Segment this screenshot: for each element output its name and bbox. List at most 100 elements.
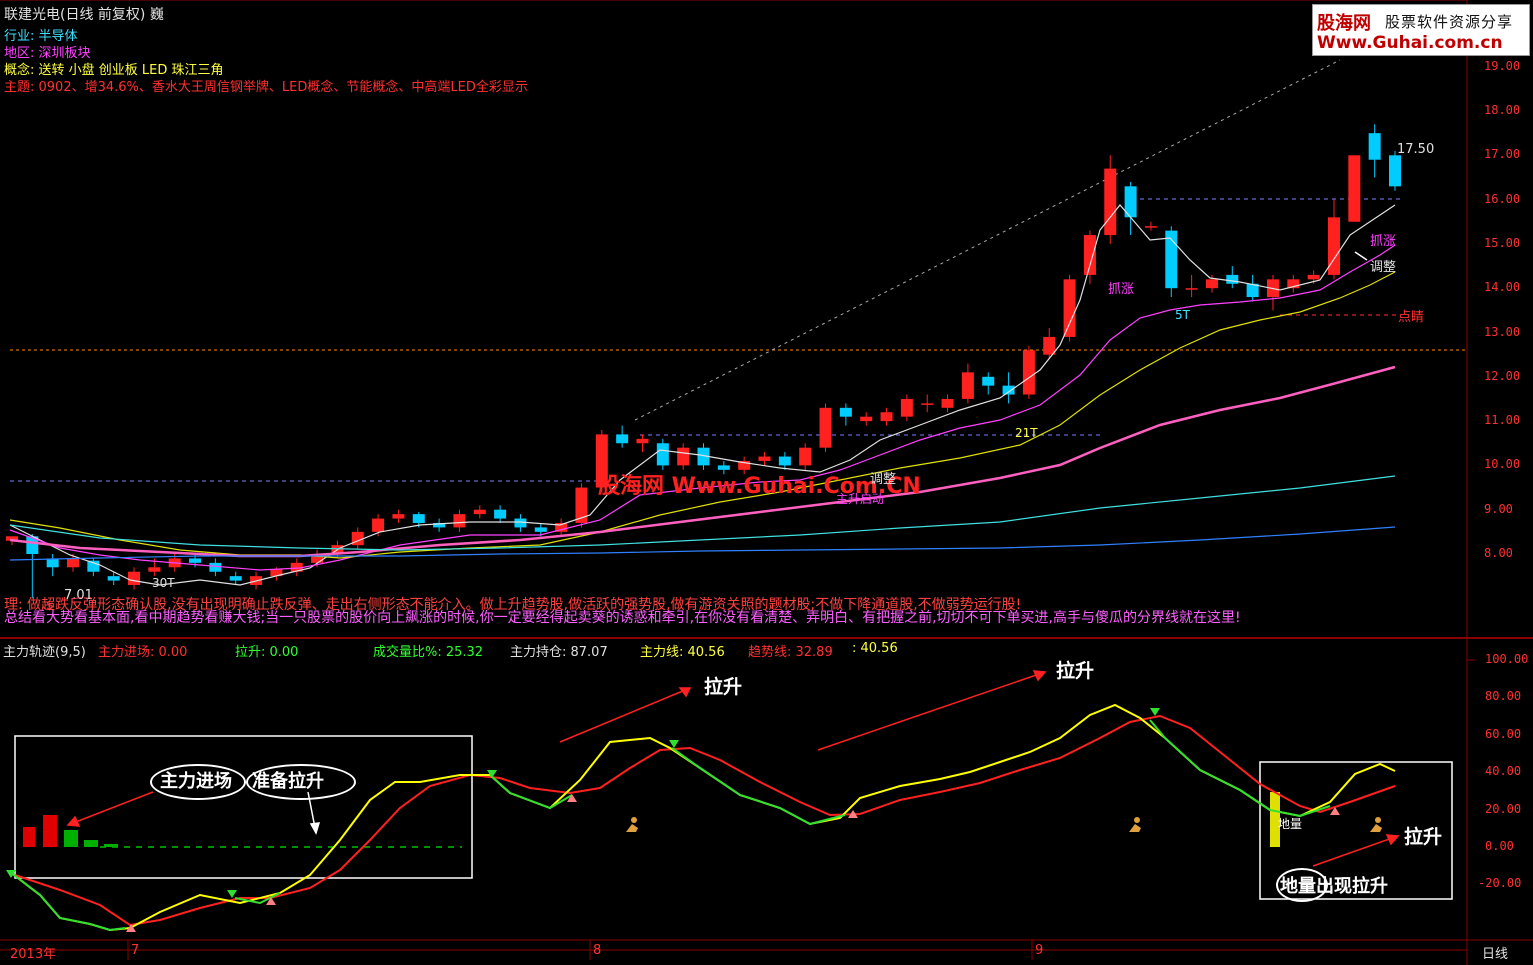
site-logo: 股海网 股票软件资源分享 Www.Guhai.com.cn <box>1312 4 1530 56</box>
price-axis-tick: 18.00 <box>1484 103 1521 117</box>
indicator-trend-line: 趋势线: 32.89 <box>748 645 833 660</box>
indicator-axis-tick: 20.00 <box>1485 801 1522 816</box>
candle <box>616 434 629 444</box>
candle <box>412 514 425 523</box>
main-force-bar <box>84 840 98 847</box>
candle <box>148 567 161 572</box>
main-force-bar <box>104 844 118 847</box>
indicator-axis-tick: 100.00 <box>1485 652 1529 666</box>
main-force-bar <box>43 815 57 847</box>
candle <box>1205 279 1218 289</box>
candle <box>677 447 690 466</box>
signal-tiaozheng: 调整 <box>870 472 897 487</box>
time-axis-month: 8 <box>593 943 602 958</box>
candle <box>880 412 893 422</box>
candle <box>514 518 527 528</box>
indicator-main-line: 主力线: 40.56 <box>640 645 725 660</box>
indicator-axis-tick: 0.00 <box>1485 839 1514 853</box>
annotation-lasheng: 拉升 <box>704 676 743 698</box>
candle <box>1002 385 1015 395</box>
candle <box>1307 274 1320 280</box>
annotation-diliang-small: 地量 <box>1278 817 1303 831</box>
price-axis-tick: 12.00 <box>1484 368 1521 383</box>
price-axis-tick: 14.00 <box>1484 280 1521 295</box>
annotation-lasheng: 拉升 <box>1404 826 1443 848</box>
label-5t: 5T <box>1175 308 1190 322</box>
price-axis-tick: 13.00 <box>1484 324 1521 339</box>
candle <box>778 456 791 466</box>
annotation-lasheng: 拉升 <box>1056 660 1095 682</box>
candle <box>1389 155 1401 187</box>
candle <box>758 456 771 461</box>
indicator-holding: 主力持仓: 87.07 <box>510 645 608 660</box>
candle <box>860 416 873 422</box>
candle <box>453 514 466 528</box>
candle <box>921 403 934 405</box>
candle <box>534 527 547 532</box>
candle <box>982 376 995 386</box>
candle <box>1368 133 1381 160</box>
candle <box>636 438 649 444</box>
candle <box>656 443 669 466</box>
price-axis-tick: 17.00 <box>1484 147 1521 162</box>
annotation-zljc: 主力进场 <box>160 771 232 792</box>
price-axis-tick: 11.00 <box>1484 413 1521 428</box>
indicator-volume-ratio: 成交量比%: 25.32 <box>373 645 484 660</box>
candle <box>1063 279 1076 337</box>
candle <box>819 407 832 448</box>
candle <box>67 558 80 568</box>
time-axis-month: 7 <box>131 943 140 958</box>
logo-slogan: 股票软件资源分享 <box>1385 13 1514 31</box>
price-axis-tick: 16.00 <box>1484 191 1521 206</box>
indicator-axis-tick: 80.00 <box>1485 689 1522 704</box>
period-label[interactable]: 日线 <box>1482 943 1508 962</box>
logo-name: 股海网 <box>1317 13 1371 34</box>
candle <box>1083 235 1096 275</box>
candle <box>392 514 405 519</box>
candle <box>1185 288 1198 290</box>
candle <box>1348 155 1361 222</box>
label-30t: 30T <box>152 576 175 590</box>
candle <box>839 407 852 417</box>
signal-dianjing: 点睛 <box>1398 310 1425 325</box>
price-axis-tick: 8.00 <box>1484 546 1513 560</box>
main-force-bar <box>23 827 35 847</box>
candle <box>229 576 242 581</box>
time-axis-year: 2013年 <box>10 947 57 962</box>
indicator-lasheng: 拉升: 0.00 <box>235 645 299 660</box>
candle <box>961 372 974 399</box>
candle <box>372 518 385 532</box>
indicator-name[interactable]: 主力轨迹(9,5) <box>3 641 86 660</box>
candle <box>1043 336 1056 355</box>
indicator-axis-tick: 40.00 <box>1485 764 1522 779</box>
label-21t: 21T <box>1015 426 1038 440</box>
indicator-axis-tick: 60.00 <box>1485 726 1522 741</box>
indicator-axis-tick: -20.00 <box>1478 876 1522 891</box>
candle <box>1022 350 1035 395</box>
candle <box>494 509 507 519</box>
candle <box>209 562 222 572</box>
price-label-high: 17.50 <box>1397 142 1435 157</box>
signal-zhuazhang: 抓涨 <box>1108 282 1135 297</box>
price-axis-tick: 9.00 <box>1484 501 1513 516</box>
logo-url: Www.Guhai.com.cn <box>1317 33 1503 53</box>
candle <box>128 571 141 586</box>
price-axis-tick: 19.00 <box>1484 58 1521 73</box>
annotation-diliang: 地量出现拉升 <box>1280 876 1388 897</box>
candle <box>941 398 954 408</box>
candle <box>473 509 486 515</box>
note-line-2: 总结看大势看基本面,看中期趋势看赚大钱;当一只股票的股价向上飙涨的时候,你一定要… <box>4 610 1241 626</box>
time-axis-month: 9 <box>1035 943 1044 958</box>
candle <box>107 576 120 581</box>
candle <box>46 558 59 568</box>
indicator-zljc: 主力进场: 0.00 <box>98 645 188 660</box>
signal-zhuazhang: 抓涨 <box>1370 234 1397 249</box>
price-axis-tick: 15.00 <box>1484 235 1521 250</box>
window-title: 联建光电(日线 前复权) 巍 <box>4 7 164 23</box>
candle <box>900 398 913 417</box>
candle <box>1144 226 1157 228</box>
main-force-bar <box>64 830 78 847</box>
candle <box>1226 274 1239 284</box>
theme-label: 主题: 0902、增34.6%、香水大王周信钢举牌、LED概念、节能概念、中高端… <box>4 80 528 95</box>
price-axis-tick: 10.00 <box>1484 457 1521 472</box>
